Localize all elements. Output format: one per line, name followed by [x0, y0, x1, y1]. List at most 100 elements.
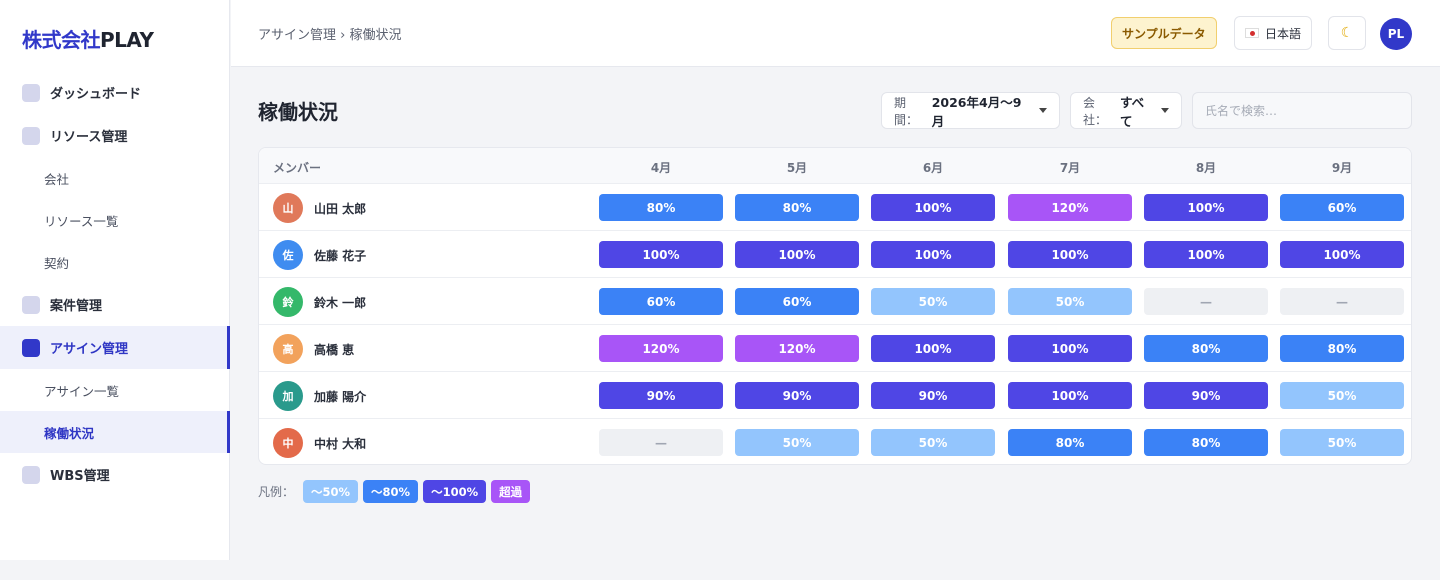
- utilization-cell[interactable]: 80%: [1280, 335, 1404, 362]
- member-avatar: 佐: [273, 240, 303, 270]
- table-row[interactable]: 佐佐藤 花子 100% 100% 100% 100% 100% 100%: [259, 231, 1411, 278]
- utilization-cell[interactable]: 80%: [1144, 335, 1268, 362]
- period-filter-label: 期間：: [894, 95, 919, 127]
- sidebar-item-label: アサイン一覧: [44, 383, 120, 399]
- month-column-header: 4月: [650, 161, 672, 175]
- utilization-cell[interactable]: 60%: [599, 288, 723, 315]
- member-name[interactable]: 佐藤 花子: [314, 247, 366, 264]
- user-avatar[interactable]: PL: [1380, 18, 1412, 50]
- utilization-cell[interactable]: 100%: [871, 335, 995, 362]
- utilization-cell[interactable]: —: [599, 429, 723, 456]
- utilization-cell[interactable]: 80%: [1008, 429, 1132, 456]
- table-row[interactable]: 中中村 大和 — 50% 50% 80% 80% 50%: [259, 419, 1411, 464]
- member-name[interactable]: 山田 太郎: [314, 200, 366, 217]
- member-name[interactable]: 中村 大和: [314, 435, 366, 452]
- japan-flag-icon: [1245, 28, 1259, 38]
- utilization-cell[interactable]: 120%: [735, 335, 859, 362]
- table-row[interactable]: 加加藤 陽介 90% 90% 90% 100% 90% 50%: [259, 372, 1411, 419]
- utilization-cell[interactable]: 120%: [599, 335, 723, 362]
- name-search-input[interactable]: [1192, 92, 1412, 129]
- utilization-cell[interactable]: 90%: [871, 382, 995, 409]
- sidebar-item-label: リソース管理: [50, 130, 128, 145]
- member-name[interactable]: 鈴木 一郎: [314, 294, 366, 311]
- table-header: メンバー 4月 5月 6月 7月 8月 9月: [259, 148, 1411, 184]
- utilization-cell[interactable]: 50%: [871, 288, 995, 315]
- member-column-header: メンバー: [273, 161, 322, 175]
- legend-chip: 〜100%: [423, 480, 487, 503]
- member-name[interactable]: 高橋 恵: [314, 341, 354, 358]
- sidebar-item-label: 会社: [44, 171, 70, 187]
- utilization-cell[interactable]: 100%: [871, 241, 995, 268]
- member-name[interactable]: 加藤 陽介: [314, 388, 366, 405]
- period-filter[interactable]: 期間： 2026年4月〜9月: [881, 92, 1060, 129]
- utilization-cell[interactable]: 100%: [599, 241, 723, 268]
- sidebar-subitem-assign-list[interactable]: アサイン一覧: [0, 369, 230, 411]
- projects-icon: [22, 295, 40, 314]
- sidebar-item-wbs[interactable]: WBS管理: [0, 453, 230, 496]
- utilization-cell[interactable]: 60%: [735, 288, 859, 315]
- utilization-cell[interactable]: 90%: [1144, 382, 1268, 409]
- company-filter-label: 会社：: [1083, 95, 1108, 127]
- resources-icon: [22, 126, 40, 145]
- chevron-down-icon: [1161, 108, 1169, 113]
- utilization-cell[interactable]: 100%: [1280, 241, 1404, 268]
- utilization-cell[interactable]: 100%: [1144, 241, 1268, 268]
- sidebar: 株式会社PLAY ダッシュボード リソース管理 会社 リソース一覧 契約 案件管…: [0, 0, 230, 560]
- sidebar-item-assign[interactable]: アサイン管理: [0, 326, 230, 369]
- company-filter-value: すべて: [1119, 94, 1145, 129]
- month-column-header: 9月: [1331, 161, 1353, 175]
- legend-chip: 超過: [491, 480, 531, 503]
- utilization-cell[interactable]: 80%: [735, 194, 859, 221]
- utilization-cell[interactable]: —: [1144, 288, 1268, 315]
- member-avatar: 山: [273, 193, 303, 223]
- utilization-cell[interactable]: 50%: [1280, 429, 1404, 456]
- sidebar-item-projects[interactable]: 案件管理: [0, 283, 230, 326]
- utilization-cell[interactable]: 100%: [1008, 241, 1132, 268]
- wbs-icon: [22, 465, 40, 484]
- utilization-cell[interactable]: 120%: [1008, 194, 1132, 221]
- utilization-cell[interactable]: 100%: [1144, 194, 1268, 221]
- utilization-cell[interactable]: 50%: [1280, 382, 1404, 409]
- month-column-header: 7月: [1059, 161, 1081, 175]
- utilization-cell[interactable]: 80%: [1144, 429, 1268, 456]
- sidebar-nav: ダッシュボード リソース管理 会社 リソース一覧 契約 案件管理 アサイン管理 …: [0, 71, 230, 496]
- sidebar-item-resources[interactable]: リソース管理: [0, 114, 230, 157]
- utilization-cell[interactable]: 50%: [871, 429, 995, 456]
- sample-data-badge[interactable]: サンプルデータ: [1111, 17, 1217, 49]
- sidebar-subitem-resource-list[interactable]: リソース一覧: [0, 199, 230, 241]
- utilization-cell[interactable]: 90%: [599, 382, 723, 409]
- sidebar-item-label: リソース一覧: [44, 213, 119, 229]
- month-column-header: 5月: [786, 161, 808, 175]
- company-filter[interactable]: 会社： すべて: [1070, 92, 1182, 129]
- month-column-header: 8月: [1195, 161, 1217, 175]
- sidebar-subitem-contract[interactable]: 契約: [0, 241, 230, 283]
- utilization-cell[interactable]: 90%: [735, 382, 859, 409]
- utilization-cell[interactable]: 50%: [735, 429, 859, 456]
- breadcrumb[interactable]: アサイン管理 › 稼働状況: [258, 24, 401, 43]
- sidebar-item-label: 契約: [44, 255, 70, 271]
- language-selector[interactable]: 日本語: [1234, 16, 1313, 50]
- utilization-cell[interactable]: 100%: [1008, 382, 1132, 409]
- table-row[interactable]: 高高橋 恵 120% 120% 100% 100% 80% 80%: [259, 325, 1411, 372]
- utilization-cell[interactable]: 80%: [599, 194, 723, 221]
- utilization-cell[interactable]: 100%: [735, 241, 859, 268]
- brand-logo[interactable]: 株式会社PLAY: [22, 24, 154, 53]
- chevron-down-icon: [1039, 108, 1047, 113]
- utilization-cell[interactable]: 50%: [1008, 288, 1132, 315]
- sidebar-item-label: 案件管理: [50, 299, 103, 314]
- legend-chip: 〜80%: [363, 480, 419, 503]
- member-avatar: 高: [273, 334, 303, 364]
- brand-logo-part2: PLAY: [100, 28, 154, 52]
- sidebar-item-label: ダッシュボード: [50, 87, 142, 102]
- utilization-cell[interactable]: —: [1280, 288, 1404, 315]
- utilization-cell[interactable]: 60%: [1280, 194, 1404, 221]
- sidebar-subitem-company[interactable]: 会社: [0, 157, 230, 199]
- sidebar-subitem-utilization[interactable]: 稼働状況: [0, 411, 230, 453]
- sidebar-item-dashboard[interactable]: ダッシュボード: [0, 71, 230, 114]
- table-row[interactable]: 鈴鈴木 一郎 60% 60% 50% 50% — —: [259, 278, 1411, 325]
- utilization-cell[interactable]: 100%: [1008, 335, 1132, 362]
- dark-mode-toggle[interactable]: ☾: [1328, 16, 1366, 50]
- table-row[interactable]: 山山田 太郎 80% 80% 100% 120% 100% 60%: [259, 184, 1411, 231]
- month-column-header: 6月: [922, 161, 944, 175]
- utilization-cell[interactable]: 100%: [871, 194, 995, 221]
